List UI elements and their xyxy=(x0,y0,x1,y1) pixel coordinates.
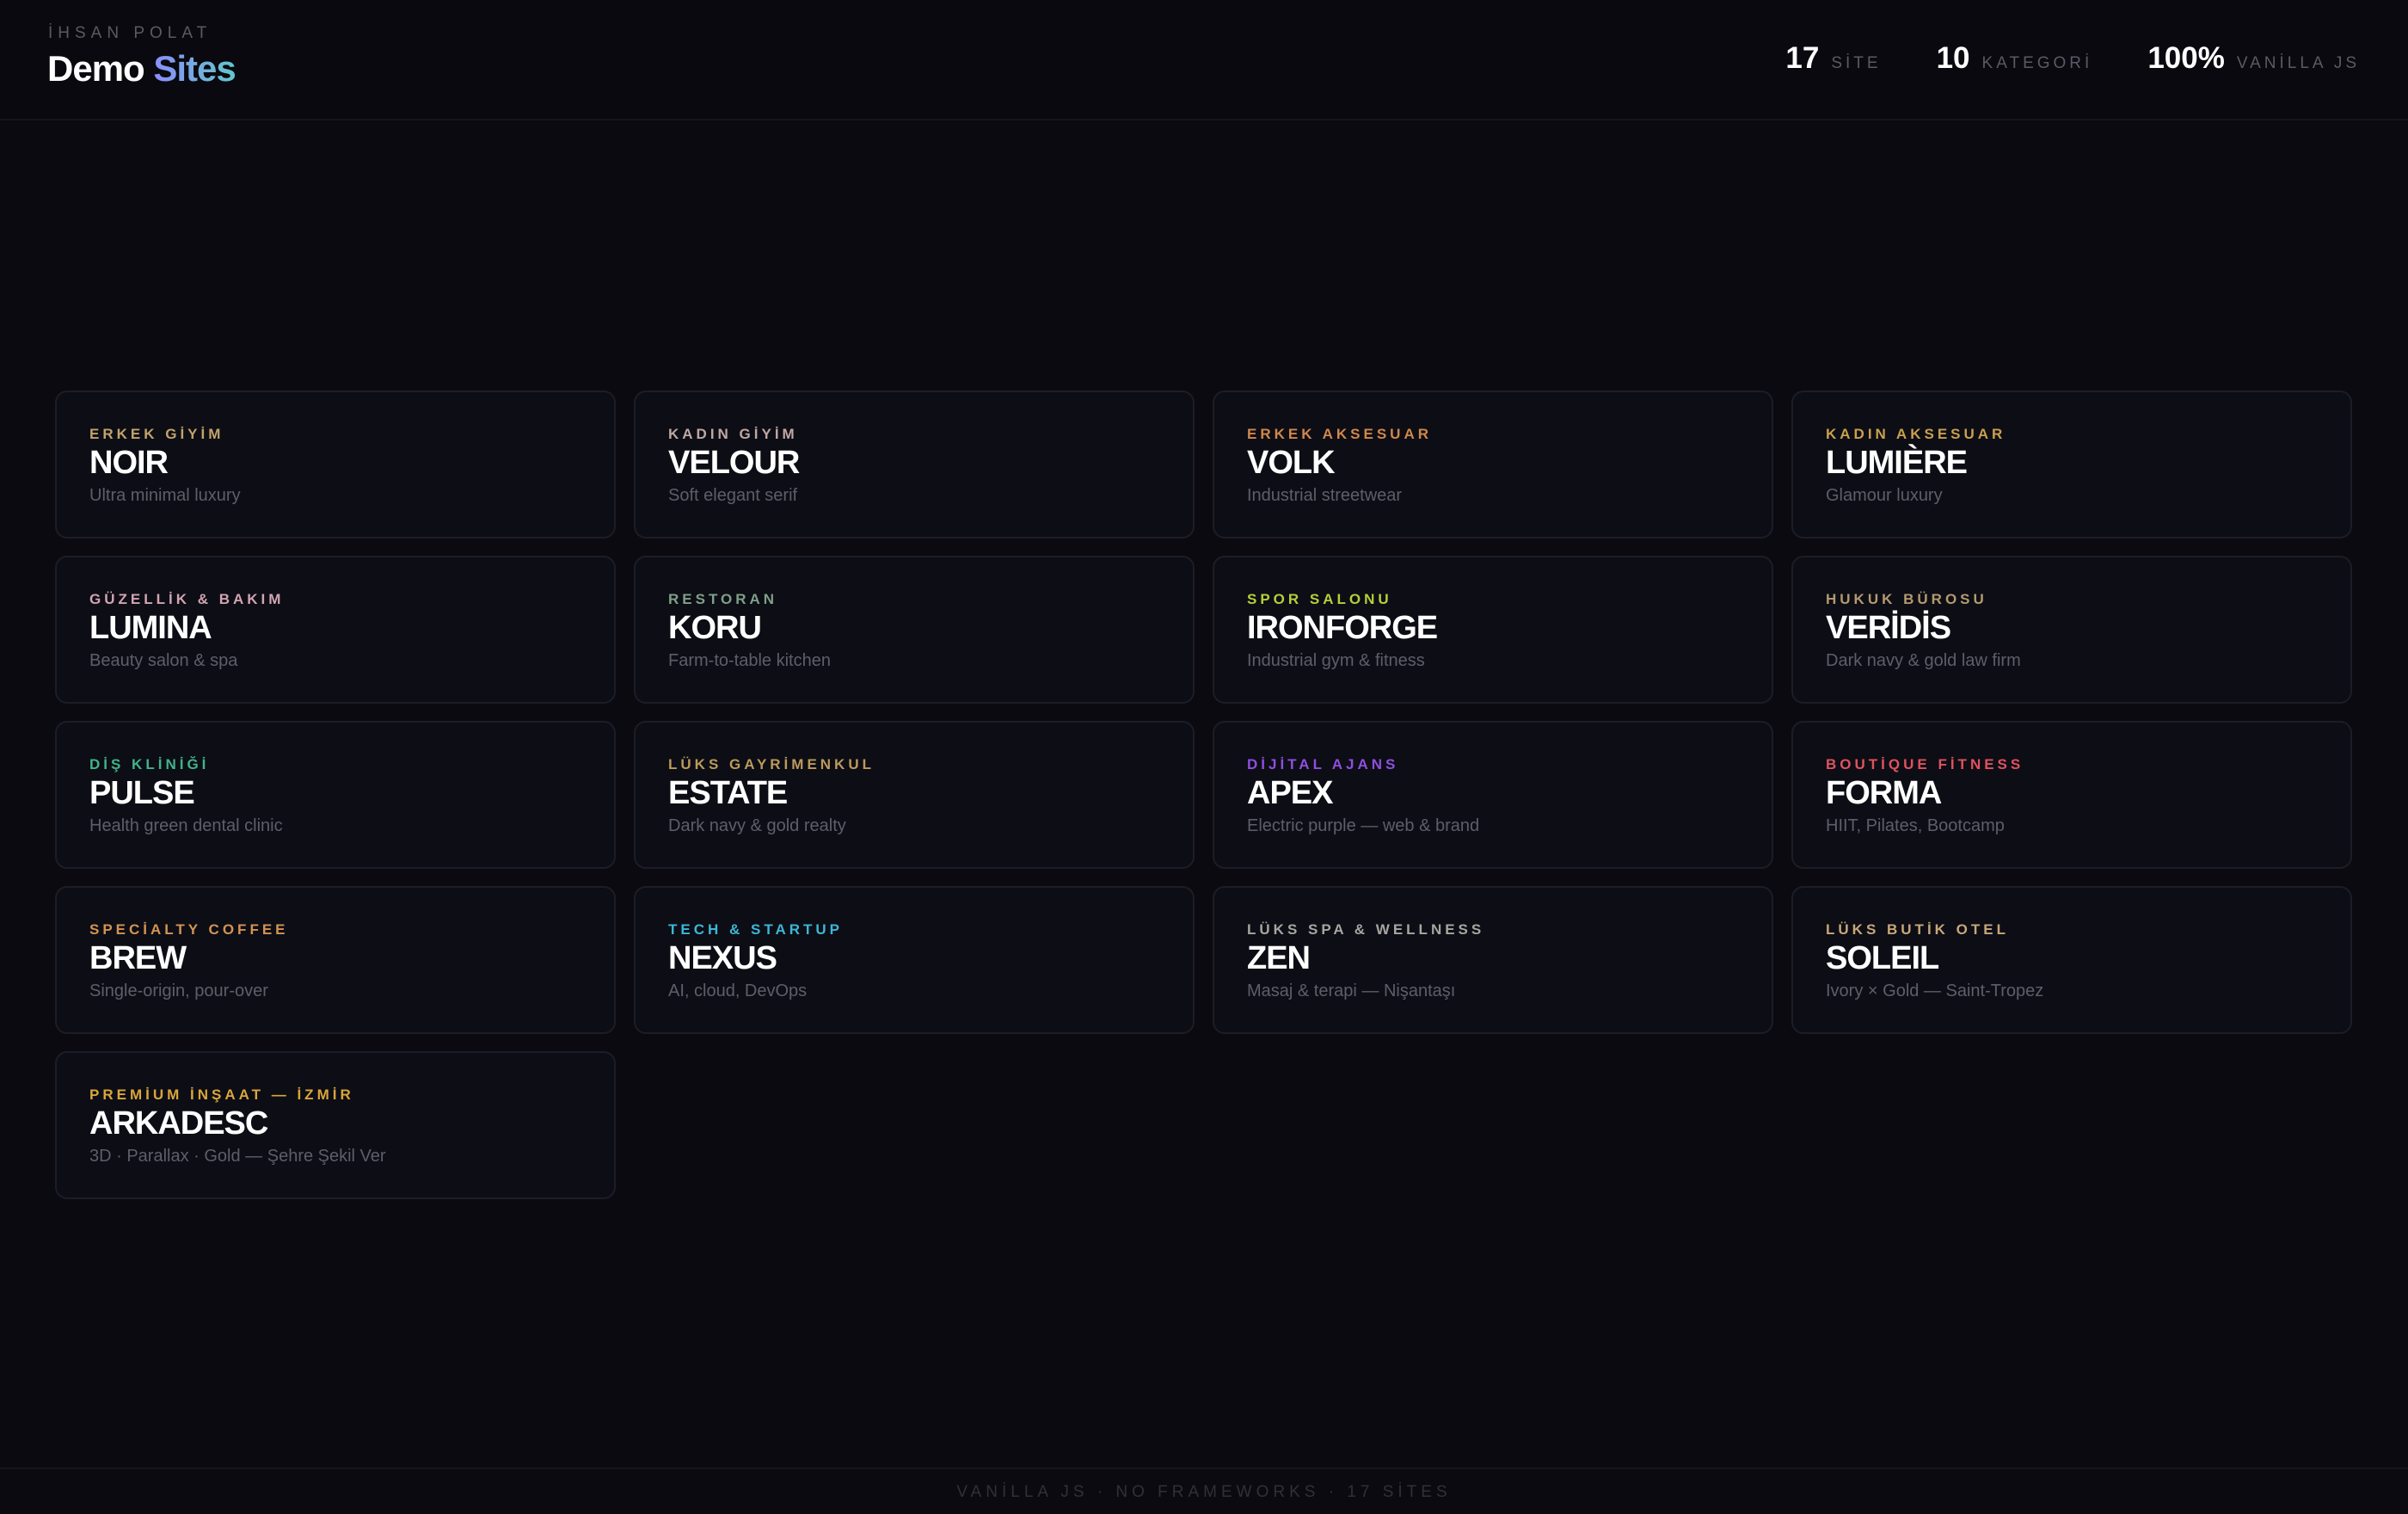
site-card-title: KORU xyxy=(668,610,762,646)
page-title-word-1: Demo xyxy=(47,48,145,89)
site-card-estate[interactable]: LÜKS GAYRİMENKUL ESTATE Dark navy & gold r… xyxy=(634,721,1195,869)
site-card-apex[interactable]: DİJİTAL AJANS APEX Electric purple — web &… xyxy=(1213,721,1773,869)
site-card-title: FORMA xyxy=(1826,775,1942,811)
site-card-title: LUMIÈRE xyxy=(1826,445,1968,481)
site-card-koru[interactable]: RESTORAN KORU Farm-to-table kitchen xyxy=(634,556,1195,704)
site-card-description: Ultra minimal luxury xyxy=(89,486,241,505)
site-header: İHSAN POLAT Demo Sites 17 SİTE 10 KATEGO… xyxy=(0,0,2408,120)
site-card-description: Dark navy & gold realty xyxy=(668,816,846,835)
site-card-description: Farm-to-table kitchen xyxy=(668,651,831,670)
site-card-category: SPECİALTY COFFEE xyxy=(89,921,289,938)
site-card-description: Glamour luxury xyxy=(1826,486,1943,505)
site-card-category: PREMİUM İNŞAAT — İZMİR xyxy=(89,1086,354,1103)
site-card-title: ESTATE xyxy=(668,775,788,811)
site-card-title: NEXUS xyxy=(668,940,777,976)
stat-value: 100% xyxy=(2147,41,2225,75)
site-card-ironforge[interactable]: SPOR SALONU IRONFORGE Industrial gym & fit… xyxy=(1213,556,1773,704)
site-card-description: Beauty salon & spa xyxy=(89,651,238,670)
site-card-category: ERKEK GİYİM xyxy=(89,426,224,442)
site-card-category: GÜZELLİK & BAKIM xyxy=(89,591,285,607)
site-card-description: Electric purple — web & brand xyxy=(1247,816,1480,835)
site-card-description: Soft elegant serif xyxy=(668,486,798,505)
site-card-category: KADIN AKSESUAR xyxy=(1826,426,2006,442)
site-card-title: PULSE xyxy=(89,775,195,811)
site-card-category: KADIN GİYİM xyxy=(668,426,798,442)
site-card-title: ZEN xyxy=(1247,940,1311,976)
site-card-category: LÜKS BUTİK OTEL xyxy=(1826,921,2009,938)
site-card-description: Single-origin, pour-over xyxy=(89,982,268,1000)
site-card-lumi-re[interactable]: KADIN AKSESUAR LUMIÈRE Glamour luxury xyxy=(1791,391,2352,539)
site-card-arkadesc[interactable]: PREMİUM İNŞAAT — İZMİR ARKADESC 3D · Paral… xyxy=(55,1051,616,1199)
site-card-title: APEX xyxy=(1247,775,1333,811)
site-card-category: ERKEK AKSESUAR xyxy=(1247,426,1433,442)
site-card-category: HUKUK BÜROSU xyxy=(1826,591,1987,607)
site-card-velour[interactable]: KADIN GİYİM VELOUR Soft elegant serif xyxy=(634,391,1195,539)
page: İHSAN POLAT Demo Sites 17 SİTE 10 KATEGO… xyxy=(0,0,2408,1514)
site-card-volk[interactable]: ERKEK AKSESUAR VOLK Industrial streetwear xyxy=(1213,391,1773,539)
site-card-description: AI, cloud, DevOps xyxy=(668,982,808,1000)
stat-categories: 10 KATEGORİ xyxy=(1937,41,2093,76)
site-card-soleil[interactable]: LÜKS BUTİK OTEL SOLEIL Ivory × Gold — Sain… xyxy=(1791,886,2352,1034)
site-card-description: Health green dental clinic xyxy=(89,816,283,835)
stat-label: SİTE xyxy=(1831,54,1882,72)
stat-label: VANİLLA JS xyxy=(2236,54,2360,72)
site-card-description: 3D · Parallax · Gold — Şehre Şekil Ver xyxy=(89,1147,386,1166)
site-card-zen[interactable]: LÜKS SPA & WELLNESS ZEN Masaj & terapi — N… xyxy=(1213,886,1773,1034)
site-card-nexus[interactable]: TECH & STARTUP NEXUS AI, cloud, DevOps xyxy=(634,886,1195,1034)
site-card-title: LUMINA xyxy=(89,610,212,646)
page-title: Demo Sites xyxy=(47,48,236,89)
stat-vanilla-js: 100% VANİLLA JS xyxy=(2147,41,2360,76)
site-card-title: VOLK xyxy=(1247,445,1336,481)
site-card-category: DİŞ KLİNİĞİ xyxy=(89,756,210,772)
site-card-title: BREW xyxy=(89,940,187,976)
author-eyebrow: İHSAN POLAT xyxy=(48,24,212,42)
site-card-description: HIIT, Pilates, Bootcamp xyxy=(1826,816,2005,835)
site-card-category: RESTORAN xyxy=(668,591,778,607)
site-card-title: VELOUR xyxy=(668,445,800,481)
site-card-title: NOIR xyxy=(89,445,169,481)
site-card-category: LÜKS SPA & WELLNESS xyxy=(1247,921,1485,938)
site-card-lumina[interactable]: GÜZELLİK & BAKIM LUMINA Beauty salon & spa xyxy=(55,556,616,704)
site-card-description: Dark navy & gold law firm xyxy=(1826,651,2021,670)
site-card-title: VERİDİS xyxy=(1826,610,1951,646)
site-card-brew[interactable]: SPECİALTY COFFEE BREW Single-origin, pour-… xyxy=(55,886,616,1034)
stats-bar: 17 SİTE 10 KATEGORİ 100% VANİLLA JS xyxy=(1785,41,2360,76)
site-card-category: LÜKS GAYRİMENKUL xyxy=(668,756,875,772)
page-footer: VANİLLA JS · NO FRAMEWORKS · 17 SİTES xyxy=(0,1468,2408,1514)
site-card-description: Masaj & terapi — Nişantaşı xyxy=(1247,982,1456,1000)
stat-label: KATEGORİ xyxy=(1981,54,2093,72)
site-card-description: Industrial streetwear xyxy=(1247,486,1403,505)
site-card-category: TECH & STARTUP xyxy=(668,921,844,938)
site-card-forma[interactable]: BOUTİQUE FİTNESS FORMA HIIT, Pilates, Boot… xyxy=(1791,721,2352,869)
site-card-description: Industrial gym & fitness xyxy=(1247,651,1425,670)
stat-sites: 17 SİTE xyxy=(1785,41,1881,76)
site-card-grid: ERKEK GİYİM NOIR Ultra minimal luxury KADIN… xyxy=(55,391,2353,1199)
site-card-title: ARKADESC xyxy=(89,1105,268,1142)
site-card-category: DİJİTAL AJANS xyxy=(1247,756,1399,772)
site-card-title: SOLEIL xyxy=(1826,940,1939,976)
site-card-description: Ivory × Gold — Saint-Tropez xyxy=(1826,982,2044,1000)
stat-value: 10 xyxy=(1936,41,1970,75)
page-title-word-2: Sites xyxy=(153,48,236,89)
stat-value: 17 xyxy=(1785,41,1820,75)
site-card-veri-di-s[interactable]: HUKUK BÜROSU VERİDİS Dark navy & gold law … xyxy=(1791,556,2352,704)
site-card-noir[interactable]: ERKEK GİYİM NOIR Ultra minimal luxury xyxy=(55,391,616,539)
site-card-category: SPOR SALONU xyxy=(1247,591,1392,607)
site-card-title: IRONFORGE xyxy=(1247,610,1438,646)
site-card-pulse[interactable]: DİŞ KLİNİĞİ PULSE Health green dental clin… xyxy=(55,721,616,869)
site-card-category: BOUTİQUE FİTNESS xyxy=(1826,756,2024,772)
